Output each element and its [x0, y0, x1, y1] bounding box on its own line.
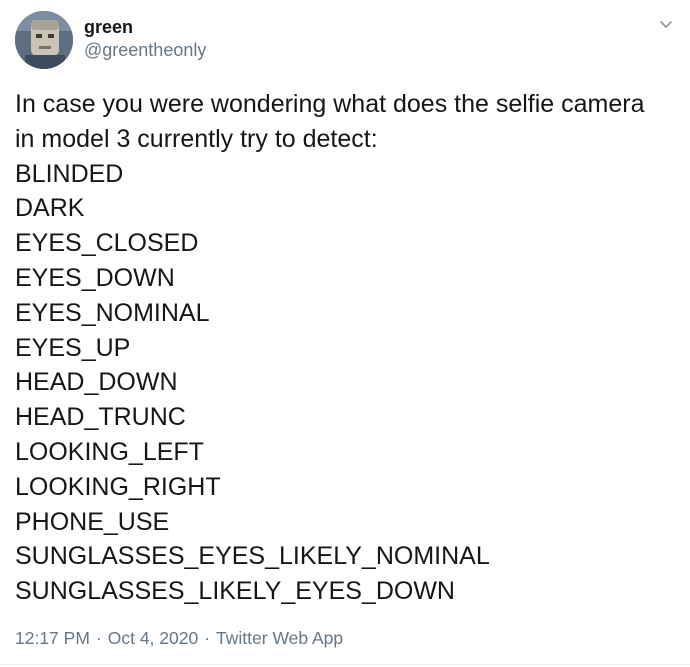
detection-label: BLINDED — [15, 159, 124, 188]
avatar[interactable] — [15, 11, 73, 69]
tweet-text-line: in model 3 currently try to detect: — [15, 124, 378, 153]
detection-label: LOOKING_LEFT — [15, 437, 204, 466]
detection-label: DARK — [15, 194, 85, 223]
divider — [0, 664, 690, 665]
detection-label: EYES_CLOSED — [15, 229, 199, 258]
tweet-source-link[interactable]: Twitter Web App — [216, 628, 343, 648]
tweet-text-line: In case you were wondering what does the… — [15, 90, 645, 118]
detection-label: EYES_UP — [15, 333, 131, 362]
tweet-date[interactable]: Oct 4, 2020 — [108, 628, 198, 648]
meta-separator: · — [204, 628, 211, 648]
tweet-metadata: 12:17 PM · Oct 4, 2020 · Twitter Web App — [15, 627, 343, 649]
detection-label: SUNGLASSES_LIKELY_EYES_DOWN — [15, 577, 455, 606]
detection-label: EYES_DOWN — [15, 263, 175, 292]
tweet-menu-button[interactable] — [657, 16, 675, 34]
chevron-down-icon — [660, 21, 672, 28]
detection-label: HEAD_DOWN — [15, 368, 178, 397]
detection-label: PHONE_USE — [15, 507, 170, 536]
detection-label: LOOKING_RIGHT — [15, 472, 221, 501]
detection-label: HEAD_TRUNC — [15, 403, 186, 432]
user-handle[interactable]: @greentheonly — [84, 39, 206, 61]
detection-label: EYES_NOMINAL — [15, 298, 210, 327]
meta-separator: · — [95, 628, 102, 648]
author-block: green @greentheonly — [84, 16, 206, 61]
detection-label: SUNGLASSES_EYES_LIKELY_NOMINAL — [15, 542, 490, 571]
avatar-robot-face-icon — [15, 11, 73, 69]
tweet-card: green @greentheonly In case you were won… — [0, 0, 690, 667]
tweet-time[interactable]: 12:17 PM — [15, 628, 90, 648]
display-name[interactable]: green — [84, 16, 206, 38]
tweet-text: In case you were wondering what does the… — [15, 87, 680, 609]
